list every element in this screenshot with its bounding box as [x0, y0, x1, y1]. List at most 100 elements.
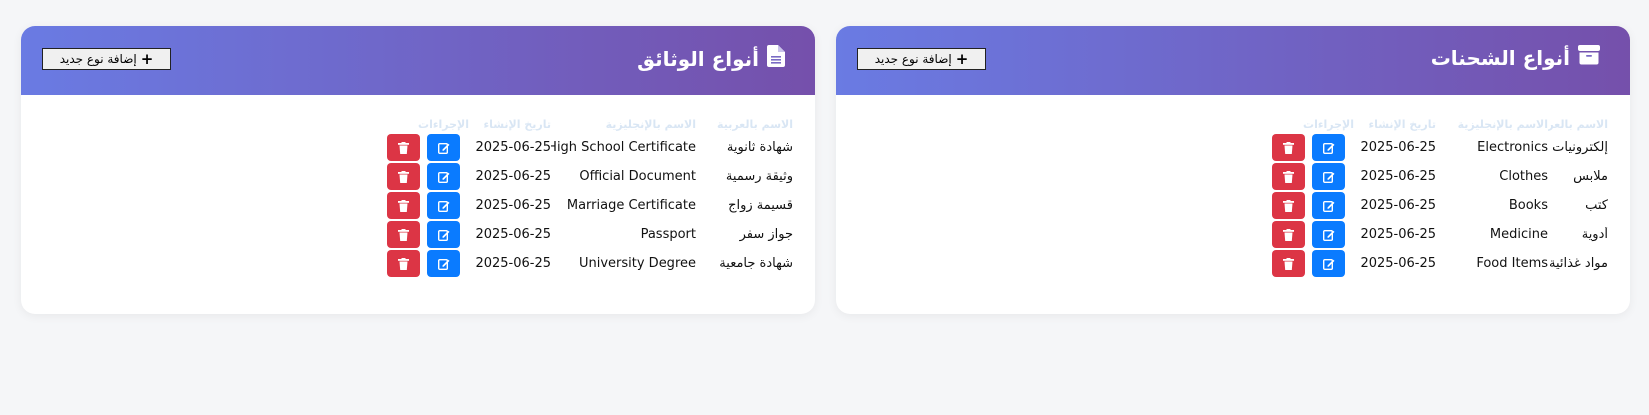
- trash-icon: [398, 199, 409, 212]
- row-actions: [387, 250, 469, 277]
- delete-button[interactable]: [1272, 163, 1305, 190]
- cell-arabic-name: وثيقة رسمية: [725, 169, 793, 184]
- table-header: الاسم بالعربية الاسم بالإنجليزية تاريخ ا…: [1272, 118, 1608, 131]
- edit-icon: [437, 229, 449, 241]
- add-type-button[interactable]: + إضافة نوع جديد: [857, 48, 986, 70]
- cell-created-date: 2025-06-25: [1360, 169, 1436, 184]
- column-header-english-name: الاسم بالإنجليزية: [605, 118, 696, 131]
- edit-button[interactable]: [1312, 221, 1345, 248]
- plus-icon: +: [955, 50, 969, 68]
- add-type-button[interactable]: + إضافة نوع جديد: [42, 48, 171, 70]
- cell-created-date: 2025-06-25: [475, 227, 551, 242]
- table-row: ملابس Clothes 2025-06-25: [1272, 163, 1608, 190]
- table-row: وثيقة رسمية Official Document 2025-06-25: [387, 163, 793, 190]
- cell-english-name: Medicine: [1489, 227, 1548, 242]
- cell-created-date: 2025-06-25: [1360, 198, 1436, 213]
- table-row: شهادة جامعية University Degree 2025-06-2…: [387, 250, 793, 277]
- edit-icon: [437, 142, 449, 154]
- edit-icon: [1322, 171, 1334, 183]
- edit-icon: [1322, 200, 1334, 212]
- edit-button[interactable]: [427, 250, 460, 277]
- row-actions: [1272, 221, 1354, 248]
- cell-arabic-name: ملابس: [1573, 169, 1608, 184]
- panel-title-text: أنواع الوثائق: [637, 46, 759, 71]
- edit-button[interactable]: [427, 221, 460, 248]
- delete-button[interactable]: [387, 163, 420, 190]
- edit-icon: [1322, 258, 1334, 270]
- cell-arabic-name: مواد غذائية: [1549, 256, 1608, 271]
- delete-button[interactable]: [387, 250, 420, 277]
- column-header-actions: الإجراءات: [1303, 118, 1354, 131]
- delete-button[interactable]: [1272, 192, 1305, 219]
- cell-arabic-name: إلكترونيات: [1552, 140, 1608, 155]
- row-actions: [1272, 250, 1354, 277]
- cell-arabic-name: قسيمة زواج: [728, 198, 793, 213]
- trash-icon: [1283, 228, 1294, 241]
- column-header-english-name: الاسم بالإنجليزية: [1457, 118, 1548, 131]
- panel-title: أنواع الشحنات: [1431, 45, 1600, 70]
- delete-button[interactable]: [387, 192, 420, 219]
- row-actions: [1272, 163, 1354, 190]
- table-row: أدوية Medicine 2025-06-25: [1272, 221, 1608, 248]
- cell-created-date: 2025-06-25: [475, 198, 551, 213]
- delete-button[interactable]: [387, 221, 420, 248]
- table-row: إلكترونيات Electronics 2025-06-25: [1272, 134, 1608, 161]
- cell-created-date: 2025-06-25: [1360, 227, 1436, 242]
- edit-button[interactable]: [1312, 163, 1345, 190]
- trash-icon: [398, 141, 409, 154]
- cell-arabic-name: شهادة جامعية: [719, 256, 793, 271]
- table-row: مواد غذائية Food Items 2025-06-25: [1272, 250, 1608, 277]
- cell-arabic-name: جواز سفر: [739, 227, 793, 242]
- trash-icon: [1283, 141, 1294, 154]
- table-row: قسيمة زواج Marriage Certificate 2025-06-…: [387, 192, 793, 219]
- trash-icon: [1283, 257, 1294, 270]
- cell-english-name: Clothes: [1499, 169, 1548, 184]
- edit-button[interactable]: [427, 163, 460, 190]
- table-row: جواز سفر Passport 2025-06-25: [387, 221, 793, 248]
- delete-button[interactable]: [1272, 250, 1305, 277]
- cell-arabic-name: أدوية: [1581, 227, 1608, 242]
- cell-english-name: Passport: [640, 227, 696, 242]
- cell-english-name: Electronics: [1477, 140, 1548, 155]
- add-type-label: إضافة نوع جديد: [874, 52, 952, 66]
- edit-button[interactable]: [427, 134, 460, 161]
- column-header-created-date: تاريخ الإنشاء: [483, 118, 551, 131]
- cell-english-name: University Degree: [578, 256, 696, 271]
- column-header-arabic-name: الاسم بالعربية: [1548, 118, 1608, 131]
- table-header: الاسم بالعربية الاسم بالإنجليزية تاريخ ا…: [387, 118, 793, 131]
- cell-english-name: Food Items: [1476, 256, 1548, 271]
- box-icon: [1578, 45, 1600, 70]
- edit-button[interactable]: [427, 192, 460, 219]
- cell-created-date: 2025-06-25: [475, 140, 551, 155]
- panel-title-text: أنواع الشحنات: [1430, 45, 1570, 70]
- table-row: شهادة ثانوية High School Certificate 202…: [387, 134, 793, 161]
- edit-icon: [437, 200, 449, 212]
- cell-created-date: 2025-06-25: [1360, 140, 1436, 155]
- row-actions: [387, 192, 469, 219]
- plus-icon: +: [140, 50, 154, 68]
- delete-button[interactable]: [1272, 134, 1305, 161]
- row-actions: [387, 163, 469, 190]
- cell-created-date: 2025-06-25: [1360, 256, 1436, 271]
- trash-icon: [398, 170, 409, 183]
- edit-icon: [1322, 142, 1334, 154]
- trash-icon: [1283, 170, 1294, 183]
- cell-arabic-name: شهادة ثانوية: [726, 140, 793, 155]
- row-actions: [387, 221, 469, 248]
- cell-english-name: Books: [1508, 198, 1548, 213]
- shipment-types-panel: أنواع الشحنات + إضافة نوع جديد الاسم بال…: [836, 26, 1630, 314]
- document-icon: [767, 45, 785, 72]
- add-type-label: إضافة نوع جديد: [59, 52, 137, 66]
- cell-arabic-name: كتب: [1585, 198, 1608, 213]
- delete-button[interactable]: [387, 134, 420, 161]
- edit-button[interactable]: [1312, 134, 1345, 161]
- edit-icon: [437, 258, 449, 270]
- delete-button[interactable]: [1272, 221, 1305, 248]
- row-actions: [1272, 134, 1354, 161]
- row-actions: [387, 134, 469, 161]
- edit-button[interactable]: [1312, 250, 1345, 277]
- panel-header: أنواع الوثائق + إضافة نوع جديد: [21, 26, 815, 95]
- trash-icon: [398, 228, 409, 241]
- edit-button[interactable]: [1312, 192, 1345, 219]
- cell-created-date: 2025-06-25: [475, 169, 551, 184]
